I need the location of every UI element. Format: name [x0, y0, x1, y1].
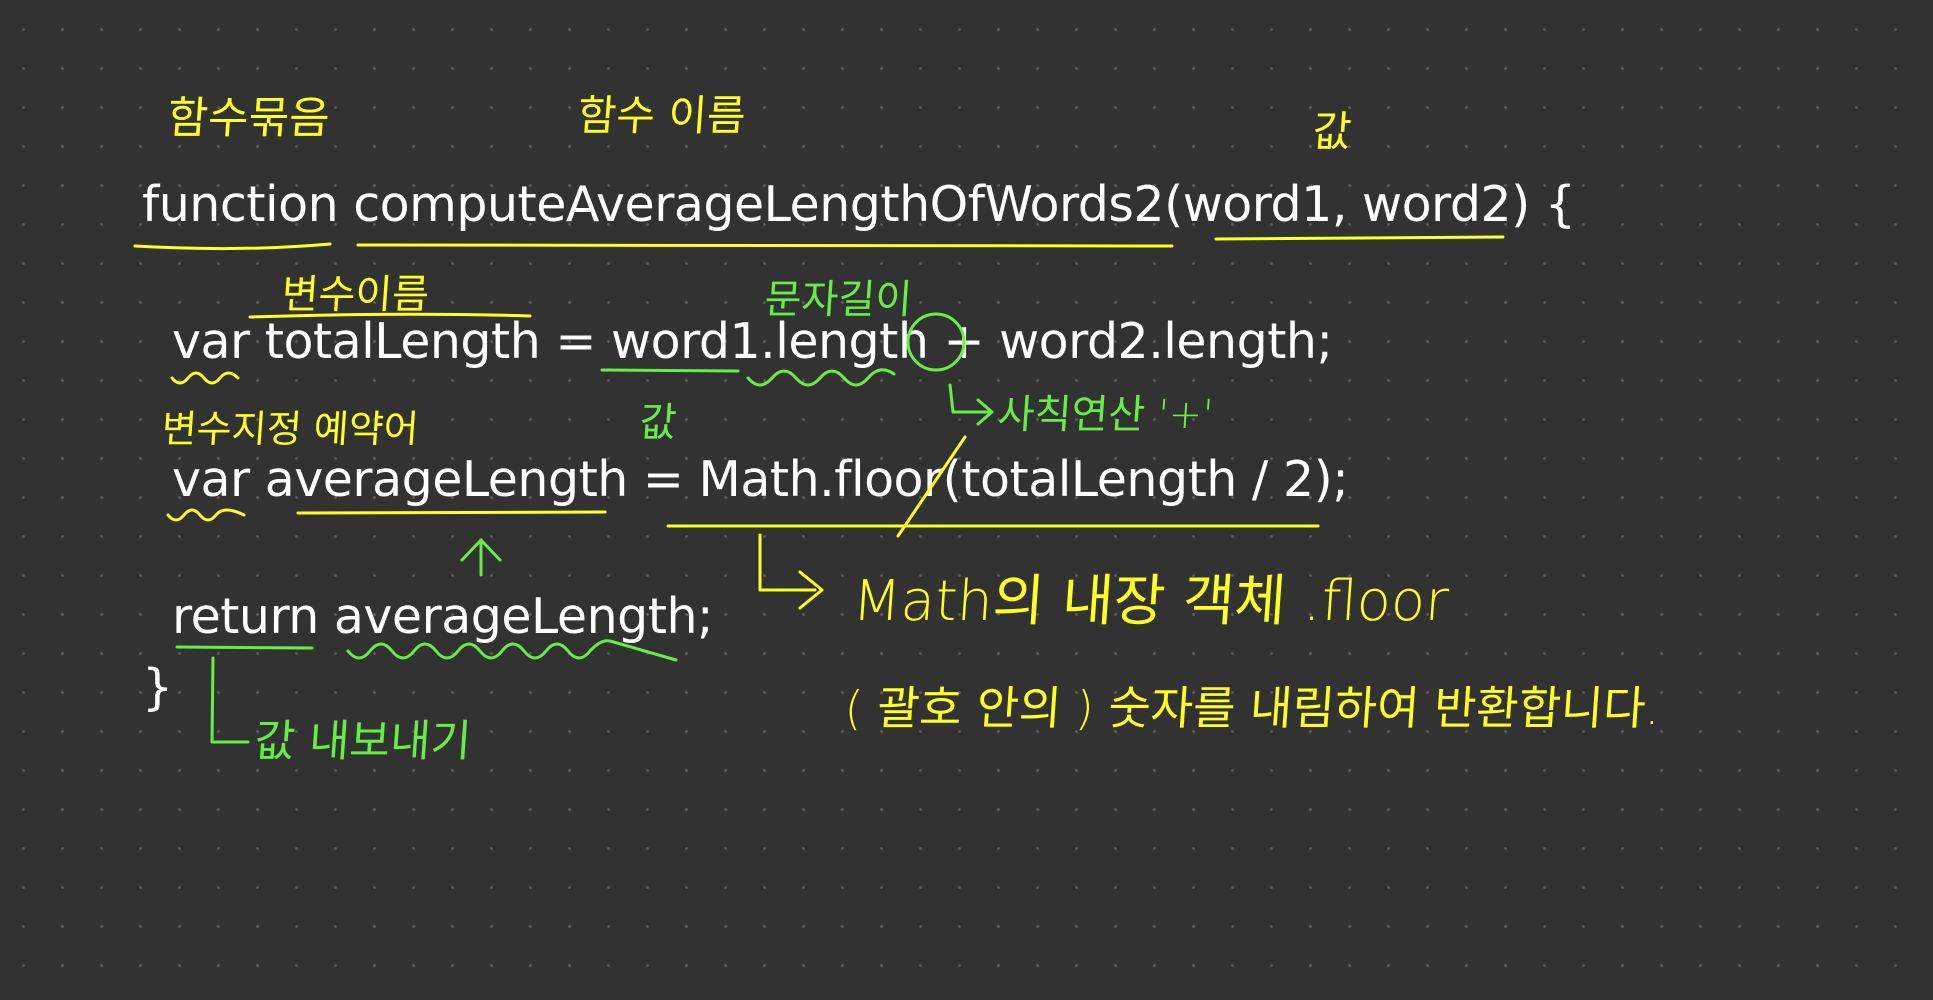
- annotation-value-param: 값: [1311, 107, 1354, 156]
- bracket-return-value: [210, 656, 250, 744]
- annotation-math-builtin: Math의 내장 객체 .floor: [850, 569, 1451, 634]
- underline-return: [175, 645, 314, 650]
- code-line-function-declaration: function computeAverageLengthOfWords2(wo…: [142, 176, 1576, 233]
- annotation-variable-keyword: 변수지정 예약어: [160, 407, 421, 451]
- code-line-return: return averageLength;: [172, 588, 714, 645]
- code-line-average-length: var averageLength = Math.floor(totalLeng…: [172, 451, 1349, 508]
- arrow-math-explanation: [758, 533, 817, 592]
- annotation-arithmetic-plus: 사칙연산 '+': [996, 392, 1215, 438]
- arrow-arithmetic: [948, 383, 992, 414]
- annotation-floor-explanation: ( 괄호 안의 ) 숫자를 내림하여 반환합니다.: [842, 681, 1663, 735]
- annotation-function-bundle: 함수묶음: [165, 93, 332, 144]
- underline-function-keyword: [133, 242, 332, 251]
- underline-function-name: [356, 243, 1174, 248]
- annotation-function-name: 함수 이름: [576, 91, 748, 140]
- squiggle-length: [746, 368, 896, 387]
- underline-parameters: [1214, 235, 1505, 241]
- squiggle-var-line3: [166, 508, 246, 522]
- annotation-value-word1: 값: [638, 400, 679, 446]
- code-line-closing-brace: }: [142, 659, 173, 716]
- annotation-return-value: 값 내보내기: [252, 716, 473, 767]
- annotation-variable-name: 변수이름: [280, 272, 431, 318]
- annotation-string-length: 문자길이: [763, 277, 914, 323]
- squiggle-var-line2: [170, 371, 240, 385]
- underline-average-length: [296, 510, 607, 515]
- code-line-total-length: var totalLength = word1.length + word2.l…: [172, 313, 1333, 370]
